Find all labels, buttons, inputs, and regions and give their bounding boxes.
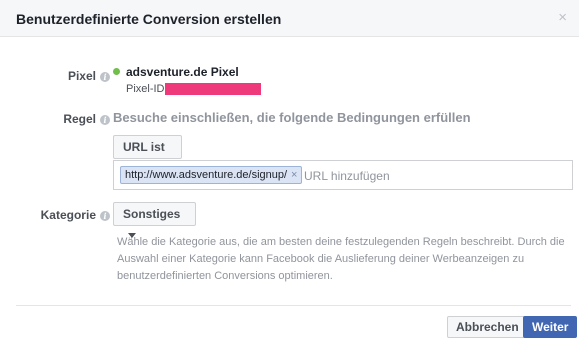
regel-label: Regel <box>63 112 96 126</box>
custom-conversion-dialog: Benutzerdefinierte Conversion erstellen … <box>0 0 579 342</box>
url-condition-label: URL ist <box>123 140 165 154</box>
remove-token-icon[interactable]: × <box>291 169 297 181</box>
info-icon[interactable]: i <box>100 211 110 221</box>
url-token-text: http://www.adsventure.de/signup/ <box>125 169 288 181</box>
info-icon[interactable]: i <box>100 115 110 125</box>
rule-description: Besuche einschließen, die folgende Bedin… <box>113 110 471 125</box>
footer-divider <box>16 305 571 306</box>
url-input[interactable] <box>304 168 554 184</box>
next-button[interactable]: Weiter <box>523 316 578 338</box>
pixel-name: adsventure.de Pixel <box>126 65 239 79</box>
url-token[interactable]: http://www.adsventure.de/signup/× <box>120 166 303 184</box>
dialog-header: Benutzerdefinierte Conversion erstellen … <box>0 0 579 37</box>
cancel-button[interactable]: Abbrechen <box>447 316 528 338</box>
kategorie-label-row: Kategorie i <box>30 208 110 222</box>
url-token-field[interactable]: http://www.adsventure.de/signup/× <box>113 160 573 190</box>
regel-label-row: Regel i <box>50 112 110 126</box>
pixel-status-dot <box>113 68 120 75</box>
category-help-text: Wähle die Kategorie aus, die am besten d… <box>117 236 565 282</box>
category-selected: Sonstiges <box>123 207 181 221</box>
info-icon[interactable]: i <box>100 72 110 82</box>
pixel-label-row: Pixel i <box>60 69 110 83</box>
url-condition-dropdown[interactable]: URL ist <box>113 135 182 171</box>
pixel-id-label: Pixel-ID: <box>126 83 168 95</box>
dialog-title: Benutzerdefinierte Conversion erstellen <box>16 11 282 27</box>
kategorie-label: Kategorie <box>40 208 96 222</box>
close-icon[interactable]: × <box>558 9 567 26</box>
category-dropdown[interactable]: Sonstiges <box>113 202 196 238</box>
pixel-id-redaction <box>165 83 261 95</box>
pixel-label: Pixel <box>67 69 96 83</box>
